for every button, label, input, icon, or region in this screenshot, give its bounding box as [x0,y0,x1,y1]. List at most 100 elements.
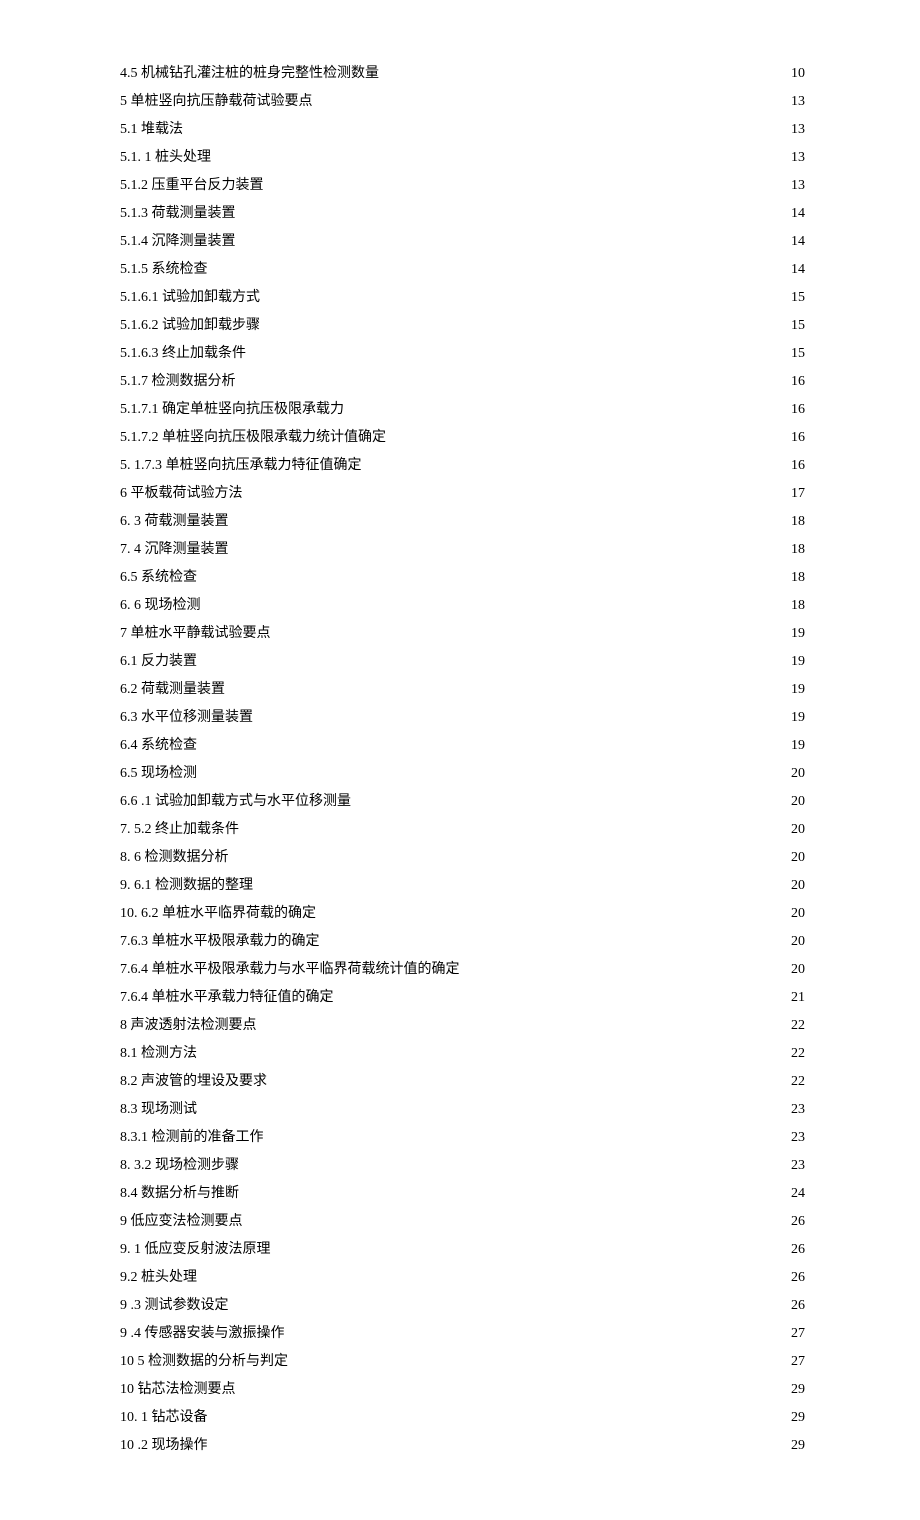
toc-page: 20 [785,956,805,984]
toc-label: 6.4 系统检查 [120,732,197,760]
toc-label: 6.5 系统检查 [120,564,197,592]
toc-label: 10. 6.2 单桩水平临界荷载的确定 [120,900,316,928]
toc-page: 22 [785,1068,805,1096]
toc-page: 29 [785,1404,805,1432]
toc-page: 15 [785,284,805,312]
toc-label: 7.6.3 单桩水平极限承载力的确定 [120,928,320,956]
toc-label: 5.1.6.2 试验加卸载步骤 [120,312,260,340]
toc-page: 24 [785,1180,805,1208]
toc-page: 16 [785,452,805,480]
toc-label: 5.1.7 检测数据分析 [120,368,236,396]
toc-entry: 7. 4 沉降测量装置18 [120,536,805,564]
toc-label: 5.1.5 系统检查 [120,256,208,284]
toc-page: 29 [785,1432,805,1460]
toc-label: 6. 6 现场检测 [120,592,201,620]
toc-label: 6.1 反力装置 [120,648,197,676]
toc-entry: 8. 6 检测数据分析20 [120,844,805,872]
toc-entry: 8.2 声波管的埋设及要求22 [120,1068,805,1096]
toc-entry: 8. 3.2 现场检测步骤23 [120,1152,805,1180]
toc-page: 26 [785,1264,805,1292]
toc-page: 13 [785,116,805,144]
toc-page: 22 [785,1040,805,1068]
toc-label: 9. 1 低应变反射波法原理 [120,1236,271,1264]
toc-label: 5.1.7.2 单桩竖向抗压极限承载力统计值确定 [120,424,386,452]
toc-label: 7.6.4 单桩水平承载力特征值的确定 [120,984,334,1012]
toc-page: 26 [785,1236,805,1264]
toc-page: 13 [785,172,805,200]
toc-container: 4.5 机械钻孔灌注桩的桩身完整性检测数量105 单桩竖向抗压静载荷试验要点13… [120,60,805,1460]
toc-label: 8.4 数据分析与推断 [120,1180,239,1208]
toc-entry: 9. 1 低应变反射波法原理 26 [120,1236,805,1264]
toc-entry: 10 .2 现场操作29 [120,1432,805,1460]
toc-entry: 10. 6.2 单桩水平临界荷载的确定 20 [120,900,805,928]
toc-page: 15 [785,312,805,340]
toc-entry: 7. 5.2 终止加载条件20 [120,816,805,844]
toc-label: 5.1. 1 桩头处理 [120,144,211,172]
toc-entry: 6.5 系统检查18 [120,564,805,592]
toc-label: 4.5 机械钻孔灌注桩的桩身完整性检测数量 [120,60,379,88]
toc-label: 5.1.2 压重平台反力装置 [120,172,264,200]
toc-entry: 8.1 检测方法 22 [120,1040,805,1068]
toc-entry: 5.1.7 检测数据分析 16 [120,368,805,396]
toc-entry: 10 5 检测数据的分析与判定27 [120,1348,805,1376]
toc-label: 8.3.1 检测前的准备工作 [120,1124,264,1152]
toc-page: 20 [785,900,805,928]
toc-label: 9 .4 传感器安装与激振操作 [120,1320,285,1348]
toc-page: 21 [785,984,805,1012]
toc-entry: 6. 3 荷载测量装置18 [120,508,805,536]
toc-entry: 5.1.5 系统检查 14 [120,256,805,284]
toc-entry: 5.1.2 压重平台反力装置 13 [120,172,805,200]
toc-page: 16 [785,396,805,424]
toc-page: 19 [785,648,805,676]
toc-entry: 8 声波透射法检测要点22 [120,1012,805,1040]
toc-page: 13 [785,88,805,116]
toc-entry: 5.1 堆载法 13 [120,116,805,144]
toc-page: 22 [785,1012,805,1040]
toc-page: 27 [785,1348,805,1376]
toc-label: 5.1.4 沉降测量装置 [120,228,236,256]
toc-entry: 6.3 水平位移测量装置19 [120,704,805,732]
toc-entry: 9. 6.1 检测数据的整理20 [120,872,805,900]
toc-entry: 7 单桩水平静载试验要点19 [120,620,805,648]
toc-entry: 6.5 现场检测 20 [120,760,805,788]
toc-entry: 6. 6 现场检测18 [120,592,805,620]
toc-label: 6.2 荷载测量装置 [120,676,225,704]
toc-entry: 6 平板载荷试验方法 17 [120,480,805,508]
toc-label: 9. 6.1 检测数据的整理 [120,872,253,900]
toc-entry: 9 .3 测试参数设定26 [120,1292,805,1320]
toc-page: 14 [785,256,805,284]
toc-page: 14 [785,228,805,256]
toc-label: 6 平板载荷试验方法 [120,480,243,508]
toc-label: 8.1 检测方法 [120,1040,197,1068]
toc-label: 10. 1 钻芯设备 [120,1404,208,1432]
toc-entry: 6.6 .1 试验加卸载方式与水平位移测量20 [120,788,805,816]
toc-page: 14 [785,200,805,228]
toc-entry: 5.1.3 荷载测量装置14 [120,200,805,228]
toc-label: 9.2 桩头处理 [120,1264,197,1292]
toc-entry: 6.4 系统检查 19 [120,732,805,760]
toc-label: 6.5 现场检测 [120,760,197,788]
toc-entry: 7.6.3 单桩水平极限承载力的确定20 [120,928,805,956]
toc-label: 5.1.6.1 试验加卸载方式 [120,284,260,312]
toc-label: 7. 5.2 终止加载条件 [120,816,239,844]
toc-entry: 4.5 机械钻孔灌注桩的桩身完整性检测数量10 [120,60,805,88]
toc-label: 5.1 堆载法 [120,116,183,144]
toc-entry: 5.1. 1 桩头处理13 [120,144,805,172]
toc-page: 19 [785,732,805,760]
toc-entry: 6.2 荷载测量装置19 [120,676,805,704]
toc-entry: 5.1.6.3 终止加载条件15 [120,340,805,368]
toc-page: 20 [785,760,805,788]
toc-page: 23 [785,1096,805,1124]
toc-entry: 5.1.7.2 单桩竖向抗压极限承载力统计值确定16 [120,424,805,452]
toc-entry: 5.1.7.1 确定单桩竖向抗压极限承载力16 [120,396,805,424]
toc-page: 17 [785,480,805,508]
toc-page: 20 [785,788,805,816]
toc-entry: 5 单桩竖向抗压静载荷试验要点13 [120,88,805,116]
toc-entry: 7.6.4 单桩水平极限承载力与水平临界荷载统计值的确定20 [120,956,805,984]
toc-label: 7 单桩水平静载试验要点 [120,620,271,648]
toc-page: 16 [785,368,805,396]
toc-label: 10 钻芯法检测要点 [120,1376,236,1404]
toc-page: 23 [785,1152,805,1180]
toc-page: 19 [785,704,805,732]
toc-page: 18 [785,536,805,564]
